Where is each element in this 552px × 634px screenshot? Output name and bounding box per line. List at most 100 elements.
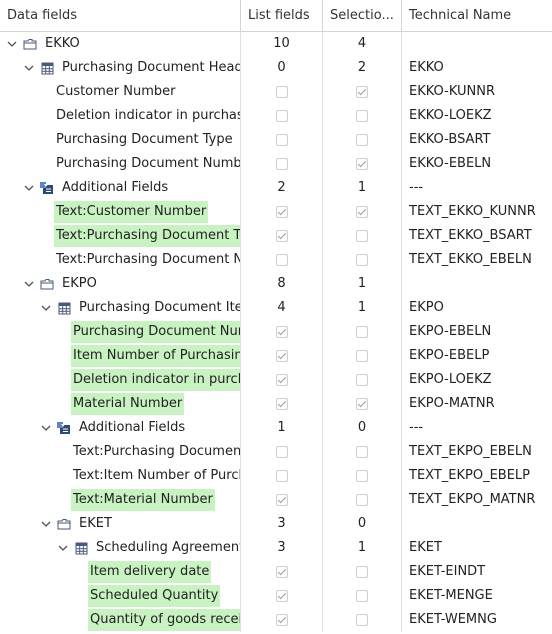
chevron-down-icon[interactable]: [22, 272, 36, 296]
selection-checkbox[interactable]: [356, 253, 368, 266]
table-row[interactable]: Text:Customer Number TEXT_EKKO_KUNNR: [0, 200, 552, 224]
data-field-cell[interactable]: Deletion indicator in purchasing documen…: [0, 104, 241, 128]
table-row[interactable]: Text:Purchasing Document Type TEXT_EKKO_B…: [0, 224, 552, 248]
table-row[interactable]: Text:Item Number of Purchasing Document T…: [0, 464, 552, 488]
list-field-checkbox[interactable]: [275, 373, 288, 386]
list-field-checkbox[interactable]: [275, 229, 288, 242]
table-row[interactable]: Deletion indicator in purchasing documen…: [0, 368, 552, 392]
data-field-cell[interactable]: Purchasing Document Number: [0, 152, 241, 176]
chevron-down-icon[interactable]: [39, 416, 53, 440]
data-field-cell[interactable]: Purchasing Document Type: [0, 128, 241, 152]
data-field-cell[interactable]: Item delivery date: [0, 560, 241, 584]
data-field-cell[interactable]: Text:Material Number: [0, 488, 241, 512]
data-field-cell[interactable]: Text:Customer Number: [0, 200, 241, 224]
list-field-checkbox[interactable]: [275, 157, 288, 170]
table-row[interactable]: Customer Number EKKO-KUNNR: [0, 80, 552, 104]
data-field-cell[interactable]: Additional Fields: [0, 416, 241, 440]
selection-checkbox[interactable]: [356, 325, 368, 338]
table-row[interactable]: Scheduled Quantity EKET-MENGE: [0, 584, 552, 608]
table-row[interactable]: Additional Fields 2 1 ---: [0, 176, 552, 200]
selection-checkbox[interactable]: [356, 373, 368, 386]
list-field-checkbox[interactable]: [275, 325, 288, 338]
list-field-checkbox[interactable]: [275, 589, 288, 602]
data-field-cell[interactable]: EKPO: [0, 272, 241, 296]
selection-checkbox[interactable]: [356, 613, 368, 626]
selection-checkbox[interactable]: [356, 205, 368, 218]
table-row[interactable]: Purchasing Document Number EKPO-EBELN: [0, 320, 552, 344]
chevron-down-icon[interactable]: [5, 32, 19, 56]
chevron-down-icon[interactable]: [22, 176, 36, 200]
data-field-cell[interactable]: Purchasing Document Number: [0, 320, 241, 344]
data-field-cell[interactable]: Purchasing Document Item: [0, 296, 241, 320]
selection-checkbox[interactable]: [356, 397, 368, 410]
data-field-cell[interactable]: Quantity of goods received: [0, 608, 241, 632]
table-row[interactable]: EKET 3 0: [0, 512, 552, 536]
data-field-cell[interactable]: Text:Purchasing Document Type: [0, 224, 241, 248]
data-field-cell[interactable]: Purchasing Document Header: [0, 56, 241, 80]
selection-checkbox[interactable]: [356, 445, 368, 458]
selection-cell: 1: [323, 536, 402, 560]
data-field-cell[interactable]: Scheduled Quantity: [0, 584, 241, 608]
table-row[interactable]: Purchasing Document Header 0 2 EKKO: [0, 56, 552, 80]
selection-checkbox[interactable]: [356, 469, 368, 482]
selection-checkbox[interactable]: [356, 589, 368, 602]
data-field-cell[interactable]: Additional Fields: [0, 176, 241, 200]
list-field-checkbox[interactable]: [275, 445, 288, 458]
table-row[interactable]: Additional Fields 1 0 ---: [0, 416, 552, 440]
table-row[interactable]: Material Number EKPO-MATNR: [0, 392, 552, 416]
table-row[interactable]: Text:Purchasing Document Number TEXT_EKPO…: [0, 440, 552, 464]
table-row[interactable]: Text:Material Number TEXT_EKPO_MATNR: [0, 488, 552, 512]
table-row[interactable]: Purchasing Document Type EKKO-BSART: [0, 128, 552, 152]
table-row[interactable]: Purchasing Document Item 4 1 EKPO: [0, 296, 552, 320]
list-field-checkbox[interactable]: [275, 85, 288, 98]
data-field-cell[interactable]: Text:Purchasing Document Number: [0, 440, 241, 464]
data-field-cell[interactable]: Item Number of Purchasing Document: [0, 344, 241, 368]
table-row[interactable]: Purchasing Document Number EKKO-EBELN: [0, 152, 552, 176]
chevron-down-icon[interactable]: [39, 296, 53, 320]
table-row[interactable]: Item Number of Purchasing Document EKPO-E…: [0, 344, 552, 368]
data-field-cell[interactable]: EKKO: [0, 32, 241, 56]
table-row[interactable]: Item delivery date EKET-EINDT: [0, 560, 552, 584]
list-field-checkbox[interactable]: [275, 253, 288, 266]
data-field-cell[interactable]: Material Number: [0, 392, 241, 416]
chevron-down-icon[interactable]: [22, 56, 36, 80]
table-row[interactable]: Text:Purchasing Document Number TEXT_EKKO…: [0, 248, 552, 272]
selection-checkbox[interactable]: [356, 349, 368, 362]
selection-checkbox[interactable]: [356, 493, 368, 506]
selection-checkbox[interactable]: [356, 229, 368, 242]
data-field-cell[interactable]: Text:Purchasing Document Number: [0, 248, 241, 272]
col-header-technical-name[interactable]: Technical Name: [402, 0, 552, 31]
data-field-cell[interactable]: Scheduling Agreement Schedule Lines: [0, 536, 241, 560]
selection-checkbox[interactable]: [356, 109, 368, 122]
selection-checkbox[interactable]: [356, 133, 368, 146]
list-field-checkbox[interactable]: [275, 397, 288, 410]
selection-checkbox[interactable]: [356, 157, 368, 170]
additional-fields-icon: [38, 176, 56, 200]
table-row[interactable]: Scheduling Agreement Schedule Lines 3 1 EKE…: [0, 536, 552, 560]
chevron-down-icon[interactable]: [56, 536, 70, 560]
col-header-selection[interactable]: Selectio...: [323, 0, 402, 31]
list-field-checkbox[interactable]: [275, 133, 288, 146]
col-header-list-fields[interactable]: List fields: [241, 0, 323, 31]
list-field-checkbox[interactable]: [275, 205, 288, 218]
list-field-checkbox[interactable]: [275, 565, 288, 578]
list-field-checkbox[interactable]: [275, 613, 288, 626]
chevron-down-icon[interactable]: [39, 512, 53, 536]
data-field-cell[interactable]: Deletion indicator in purchasing documen…: [0, 368, 241, 392]
col-header-data-fields[interactable]: Data fields: [0, 0, 241, 31]
list-field-checkbox[interactable]: [275, 109, 288, 122]
selection-cell: [323, 560, 402, 584]
table-row[interactable]: Quantity of goods received EKET-WEMNG: [0, 608, 552, 632]
data-field-cell[interactable]: EKET: [0, 512, 241, 536]
selection-checkbox[interactable]: [356, 85, 368, 98]
list-field-checkbox[interactable]: [275, 349, 288, 362]
table-row[interactable]: Deletion indicator in purchasing documen…: [0, 104, 552, 128]
list-field-checkbox[interactable]: [275, 469, 288, 482]
list-field-checkbox[interactable]: [275, 493, 288, 506]
data-field-cell[interactable]: Text:Item Number of Purchasing Document: [0, 464, 241, 488]
table-row[interactable]: EKPO 8 1: [0, 272, 552, 296]
selection-checkbox[interactable]: [356, 565, 368, 578]
table-row[interactable]: EKKO 10 4: [0, 32, 552, 56]
data-field-label: Purchasing Document Header: [62, 60, 241, 75]
data-field-cell[interactable]: Customer Number: [0, 80, 241, 104]
